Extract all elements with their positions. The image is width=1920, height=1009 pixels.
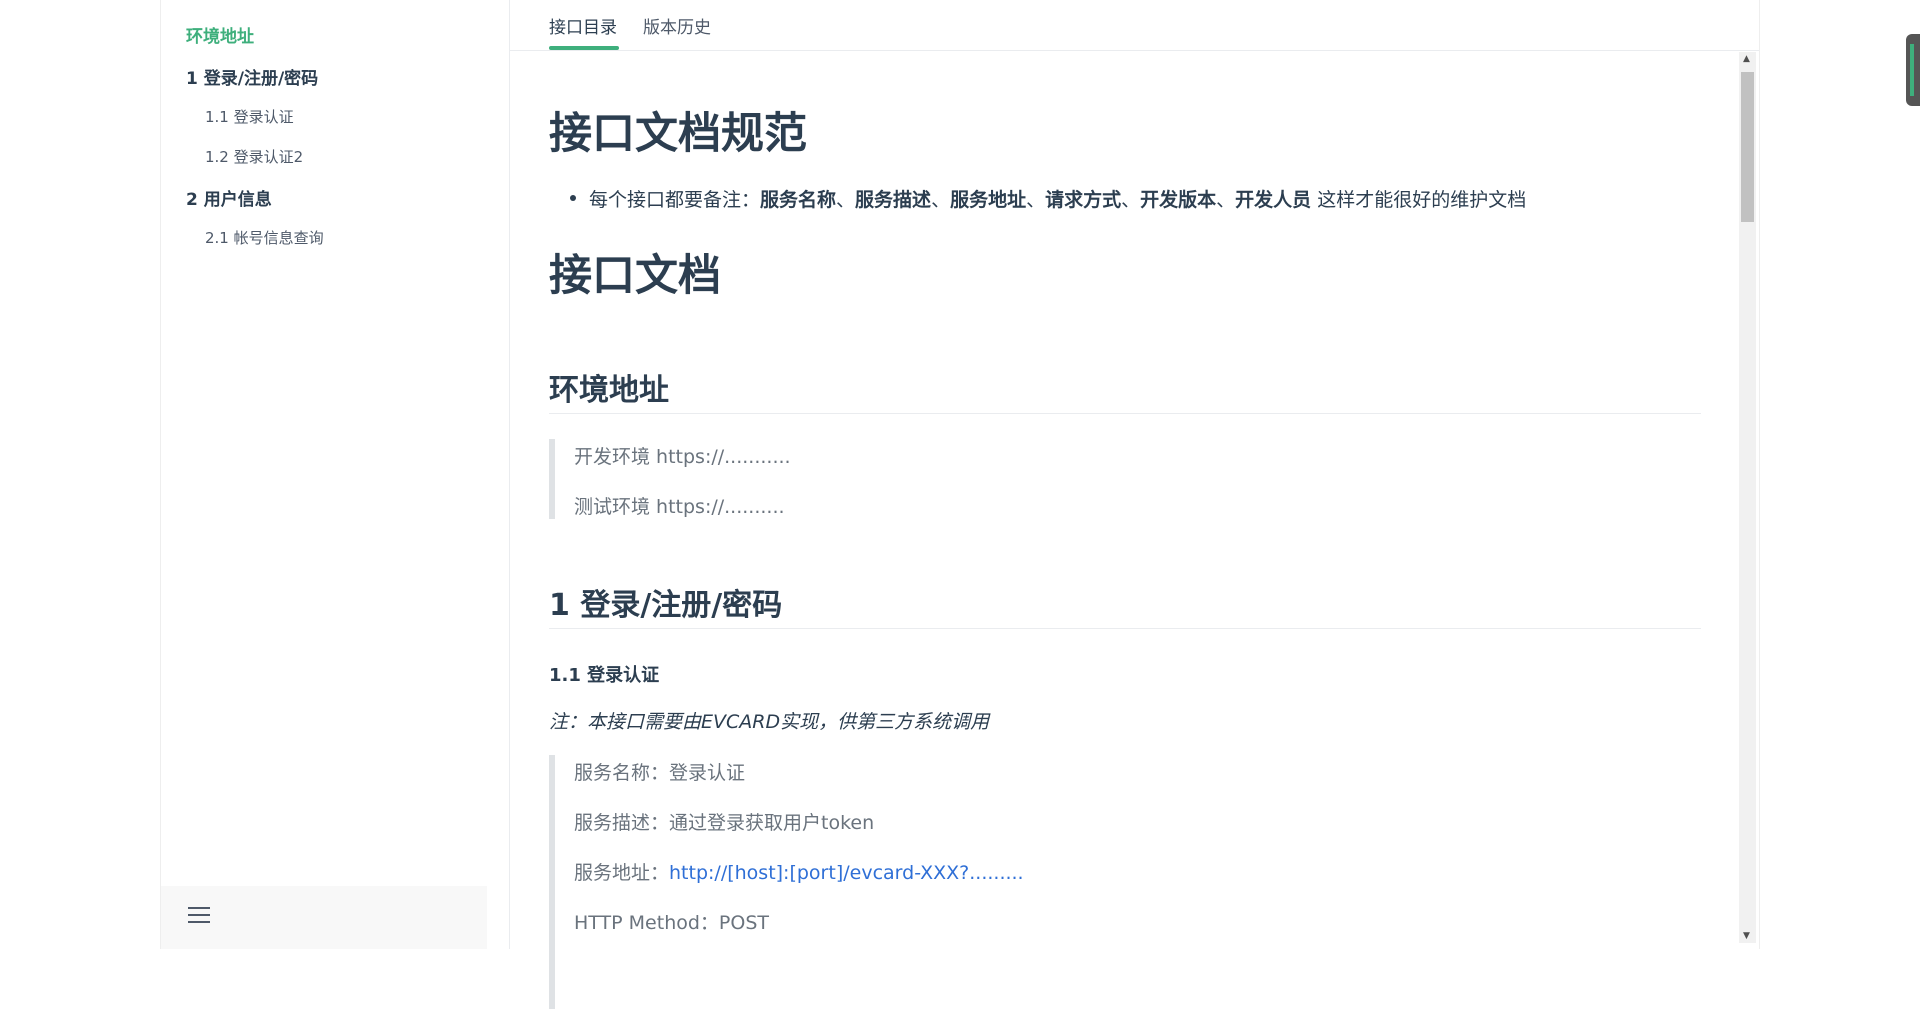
bullet-item-method: 请求方式 — [1045, 189, 1122, 211]
spec-bullet: 每个接口都要备注：服务名称、服务描述、服务地址、请求方式、开发版本、开发人员 这… — [569, 185, 1527, 212]
sidebar-item-account-query[interactable]: 2.1 帐号信息查询 — [205, 227, 324, 248]
active-tab-indicator — [549, 46, 619, 50]
bullet-item-service-desc: 服务描述 — [855, 189, 932, 211]
sidebar-item-login-auth2[interactable]: 1.2 登录认证2 — [205, 146, 303, 167]
scroll-up-arrow-icon[interactable]: ▲ — [1743, 54, 1750, 64]
bullet-prefix: 每个接口都要备注： — [589, 189, 761, 211]
implementation-note: 注：本接口需要由EVCARD实现，供第三方系统调用 — [549, 711, 990, 733]
sidebar-item-login-section[interactable]: 1 登录/注册/密码 — [186, 64, 318, 89]
hamburger-menu-icon[interactable] — [188, 907, 210, 925]
tab-api-directory[interactable]: 接口目录 — [549, 13, 617, 38]
sub1-heading: 1.1 登录认证 — [549, 665, 660, 686]
env-heading-rule — [549, 413, 1701, 414]
right-frame-border — [1759, 0, 1760, 949]
bullet-item-version: 开发版本 — [1140, 189, 1217, 211]
service-name-line: 服务名称：登录认证 — [574, 762, 746, 784]
tab-version-history[interactable]: 版本历史 — [643, 13, 711, 38]
env-heading: 环境地址 — [549, 373, 669, 408]
env-test-line: 测试环境 https://.......... — [574, 496, 785, 518]
sidebar: 环境地址 1 登录/注册/密码 1.1 登录认证 1.2 登录认证2 2 用户信… — [161, 0, 510, 949]
bullet-item-service-addr: 服务地址 — [950, 189, 1027, 211]
doc-title-api: 接口文档 — [549, 251, 721, 301]
edge-widget-icon[interactable] — [1906, 34, 1920, 106]
env-blockquote: 开发环境 https://........... 测试环境 https://..… — [549, 439, 791, 519]
doc-title-spec: 接口文档规范 — [549, 109, 807, 159]
main-panel: 接口目录 版本历史 接口文档规范 每个接口都要备注：服务名称、服务描述、服务地址… — [510, 0, 1759, 1009]
content-scrollbar[interactable]: ▲ ▼ — [1739, 52, 1756, 943]
sidebar-item-login-auth[interactable]: 1.1 登录认证 — [205, 106, 294, 127]
service-method-line: HTTP Method：POST — [574, 912, 770, 934]
section1-heading-rule — [549, 628, 1701, 629]
service-addr-line: 服务地址：http://[host]:[port]/evcard-XXX?...… — [574, 862, 1024, 884]
sidebar-item-env[interactable]: 环境地址 — [186, 22, 254, 47]
sidebar-footer — [161, 886, 487, 949]
bullet-item-developer: 开发人员 — [1235, 189, 1312, 211]
scroll-down-arrow-icon[interactable]: ▼ — [1743, 931, 1750, 941]
service-blockquote: 服务名称：登录认证 服务描述：通过登录获取用户token 服务地址：http:/… — [549, 755, 1024, 1009]
tab-bar: 接口目录 版本历史 — [510, 0, 1759, 51]
bullet-item-service-name: 服务名称 — [760, 189, 837, 211]
service-desc-line: 服务描述：通过登录获取用户token — [574, 812, 875, 834]
sidebar-item-user-info[interactable]: 2 用户信息 — [186, 185, 272, 210]
section1-heading: 1 登录/注册/密码 — [549, 588, 783, 623]
service-addr-link[interactable]: http://[host]:[port]/evcard-XXX?........… — [669, 862, 1024, 884]
bullet-suffix: 这样才能很好的维护文档 — [1311, 189, 1527, 211]
env-dev-line: 开发环境 https://........... — [574, 446, 791, 468]
scrollbar-thumb[interactable] — [1741, 72, 1754, 222]
